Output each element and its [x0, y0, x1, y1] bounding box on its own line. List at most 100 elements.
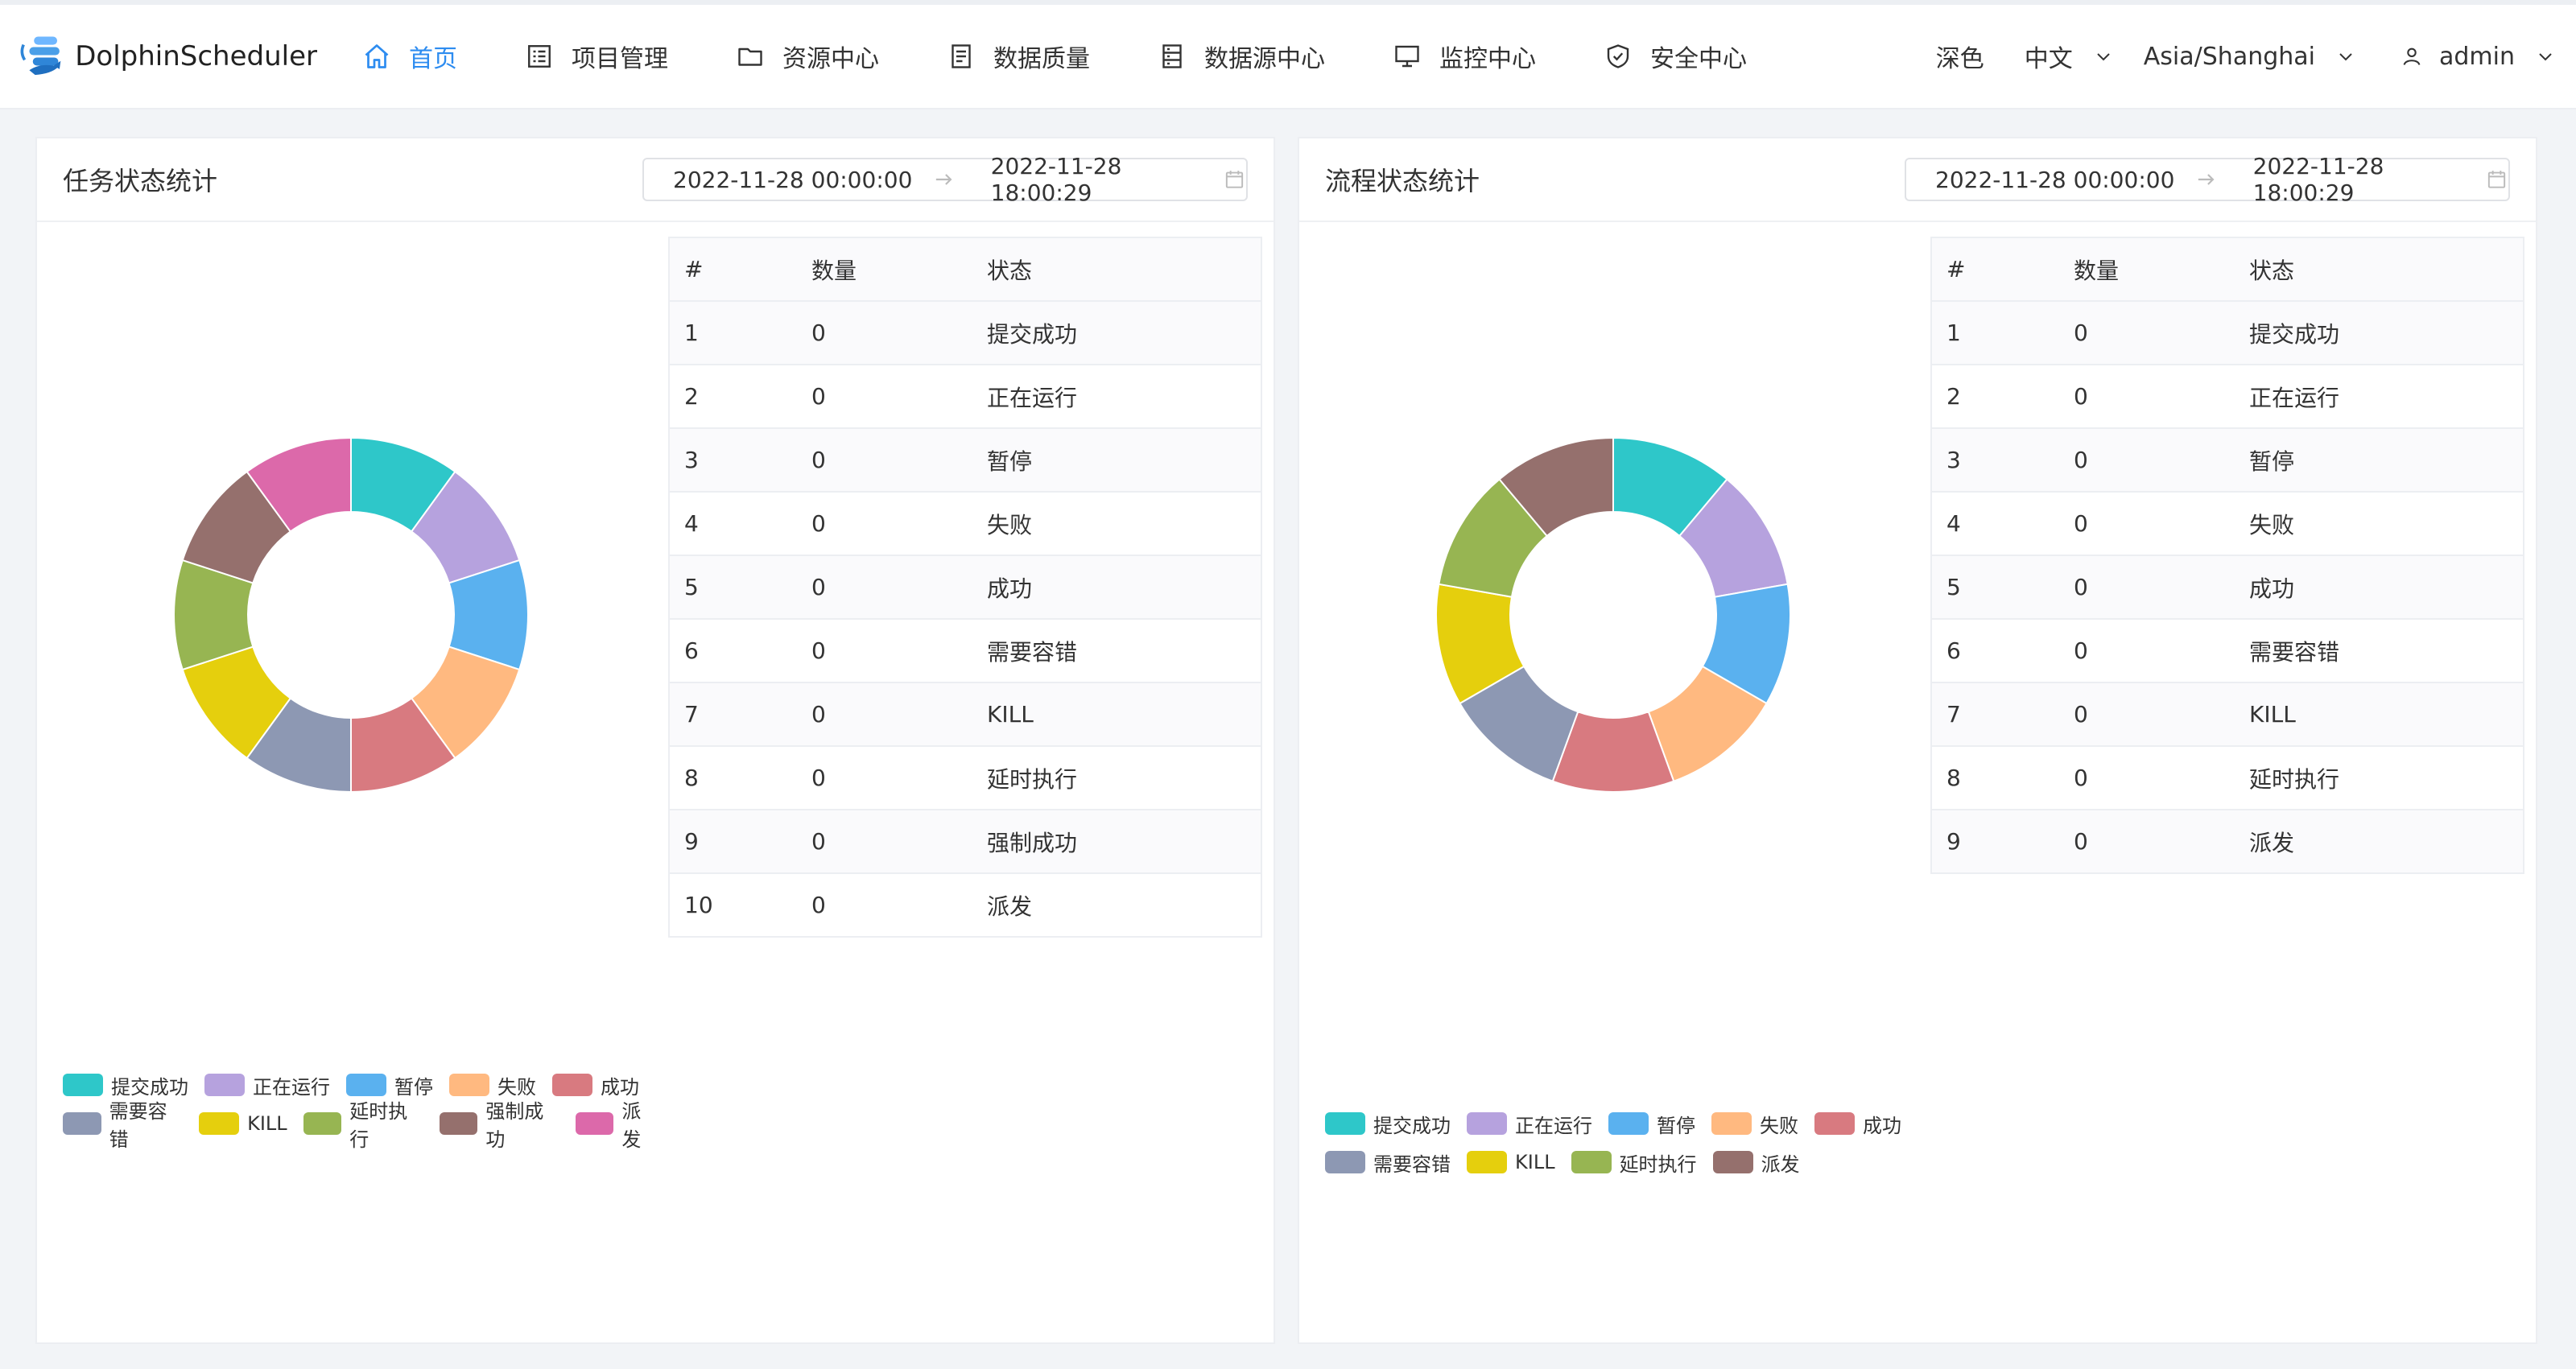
nav-label: 首页 [409, 45, 457, 73]
table-cell: 10 [669, 873, 797, 938]
legend-item[interactable]: 失败 [1711, 1110, 1798, 1138]
app-logo[interactable]: DolphinScheduler [18, 24, 317, 89]
table-cell: 2 [1931, 365, 2059, 429]
table-cell: 3 [669, 428, 797, 493]
legend-item[interactable]: 提交成功 [1325, 1110, 1451, 1138]
database-icon [1162, 44, 1182, 68]
task-status-donut-chart [173, 436, 529, 794]
table-cell: 0 [797, 682, 972, 747]
legend-item[interactable]: KILL [1467, 1151, 1555, 1173]
table-cell: 提交成功 [972, 301, 1261, 365]
legend-label: KILL [247, 1112, 287, 1135]
legend-swatch [449, 1074, 489, 1096]
nav-resource-center[interactable]: 资源中心 [736, 39, 879, 74]
range-start[interactable]: 2022-11-28 00:00:00 [673, 167, 914, 193]
range-start[interactable]: 2022-11-28 00:00:00 [1935, 167, 2177, 193]
date-range-picker[interactable]: 2022-11-28 00:00:00 2022-11-28 18:00:29 [642, 153, 1248, 206]
legend-label: 派发 [1761, 1153, 1800, 1176]
table-row: 1 0 提交成功 [1931, 301, 2524, 365]
table-row: 6 0 需要容错 [669, 619, 1261, 683]
task-status-table: # 数量 状态 1 0 提交成功 2 0 正在运行 3 0 暂停 4 0 失败 5 0 成功 6 0 需要容错 7 0 KIL… [668, 237, 1262, 938]
table-cell: 6 [669, 619, 797, 683]
legend-item[interactable]: 强制成功 [439, 1095, 559, 1152]
table-row: 3 0 暂停 [669, 428, 1261, 493]
legend-item[interactable]: 需要容错 [63, 1095, 183, 1152]
legend-item[interactable]: 延时执行 [303, 1095, 423, 1152]
legend-item[interactable]: 成功 [1814, 1110, 1901, 1138]
legend-item[interactable]: 派发 [575, 1095, 658, 1152]
range-end[interactable]: 2022-11-28 18:00:29 [2253, 153, 2479, 206]
table-cell: 0 [797, 365, 972, 429]
main-nav: 首页 项目管理 资源中心 数据质量 数据源中心 监控中心 安全中心 [362, 39, 1747, 74]
legend-swatch [199, 1112, 240, 1135]
theme-label: 深色 [1935, 45, 1984, 73]
column-header: # [1931, 237, 2059, 302]
nav-monitor-center[interactable]: 监控中心 [1393, 39, 1536, 74]
nav-label: 项目管理 [572, 45, 668, 73]
range-end[interactable]: 2022-11-28 18:00:29 [991, 153, 1216, 206]
table-cell: 0 [797, 619, 972, 683]
nav-label: 监控中心 [1439, 45, 1536, 73]
panel-header: 流程状态统计 2022-11-28 00:00:00 2022-11-28 18… [1299, 138, 2536, 222]
legend-item[interactable]: 派发 [1712, 1148, 1800, 1177]
folder-icon [738, 47, 762, 66]
table-cell: 0 [797, 810, 972, 874]
app-name: DolphinScheduler [75, 40, 317, 72]
table-row: 2 0 正在运行 [1931, 365, 2524, 429]
nav-label: 数据质量 [993, 45, 1090, 73]
legend-row: 提交成功 正在运行 暂停 失败 成功 [1325, 1104, 1937, 1143]
table-cell: 派发 [972, 873, 1261, 938]
calendar-icon[interactable] [2485, 167, 2508, 192]
table-row: 4 0 失败 [1931, 492, 2524, 556]
table-cell: 派发 [2235, 810, 2524, 874]
task-status-legend: 提交成功 正在运行 暂停 失败 成功 需要容错 KILL 延时执行 强制成功 派发 [63, 1066, 675, 1151]
legend-item[interactable]: KILL [199, 1112, 287, 1135]
nav-datasource-center[interactable]: 数据源中心 [1158, 39, 1325, 74]
user-icon [2403, 47, 2421, 65]
table-cell: 强制成功 [972, 810, 1261, 874]
legend-item[interactable]: 正在运行 [1467, 1110, 1592, 1138]
list-icon [528, 45, 551, 68]
table-row: 7 0 KILL [669, 682, 1261, 747]
table-cell: 5 [669, 555, 797, 620]
nav-data-quality[interactable]: 数据质量 [947, 39, 1090, 74]
legend-item[interactable]: 需要容错 [1325, 1148, 1451, 1177]
legend-swatch [346, 1074, 386, 1096]
user-name: admin [2439, 42, 2515, 71]
user-menu[interactable]: admin [2401, 43, 2555, 71]
table-row: 5 0 成功 [1931, 555, 2524, 620]
theme-toggle[interactable]: 深色 [1936, 39, 1984, 74]
chevron-down-icon [2097, 53, 2110, 61]
document-icon [952, 44, 971, 68]
table-cell: 0 [797, 492, 972, 556]
nav-label: 资源中心 [782, 45, 879, 73]
table-row: 6 0 需要容错 [1931, 619, 2524, 683]
nav-security-center[interactable]: 安全中心 [1604, 39, 1747, 74]
legend-swatch [1467, 1112, 1507, 1135]
nav-project-management[interactable]: 项目管理 [525, 39, 668, 74]
date-range-picker[interactable]: 2022-11-28 00:00:00 2022-11-28 18:00:29 [1905, 153, 2510, 206]
table-cell: 0 [2059, 428, 2235, 493]
legend-label: 需要容错 [1373, 1153, 1451, 1176]
nav-label: 数据源中心 [1204, 45, 1325, 73]
table-cell: 4 [1931, 492, 2059, 556]
timezone-select[interactable]: Asia/Shanghai [2144, 43, 2355, 71]
table-cell: 0 [2059, 365, 2235, 429]
table-cell: 1 [669, 301, 797, 365]
language-select[interactable]: 中文 [2025, 39, 2113, 74]
arrow-right-icon [935, 174, 952, 185]
table-row: 8 0 延时执行 [669, 746, 1261, 810]
legend-item[interactable]: 暂停 [1608, 1110, 1695, 1138]
legend-label: 延时执行 [1619, 1153, 1697, 1176]
column-header: 数量 [797, 237, 972, 302]
calendar-icon[interactable] [1223, 167, 1246, 192]
table-row: 5 0 成功 [669, 555, 1261, 620]
legend-swatch [63, 1112, 101, 1135]
nav-home[interactable]: 首页 [362, 39, 457, 74]
table-row: 7 0 KILL [1931, 682, 2524, 747]
monitor-icon [1395, 45, 1419, 68]
legend-row: 需要容错 KILL 延时执行 强制成功 派发 [63, 1100, 675, 1151]
table-cell: 8 [1931, 746, 2059, 810]
table-cell: 成功 [972, 555, 1261, 620]
legend-item[interactable]: 延时执行 [1571, 1148, 1697, 1177]
